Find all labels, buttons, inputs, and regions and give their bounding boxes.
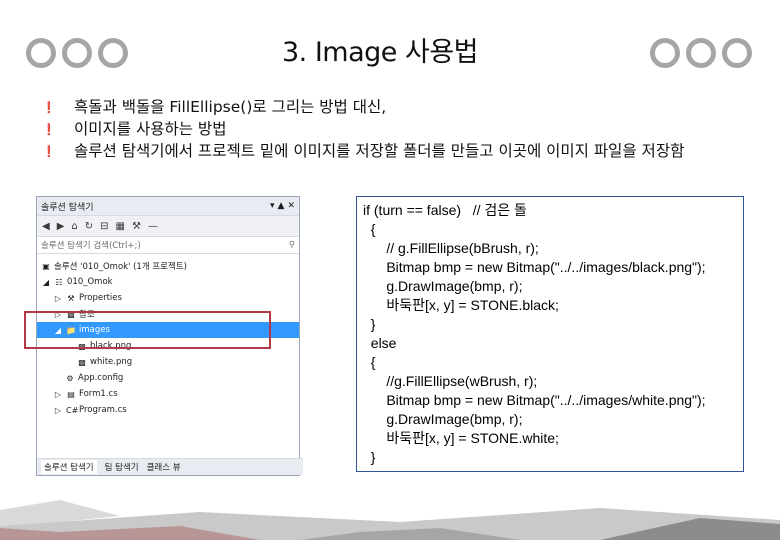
tab-solution-explorer[interactable]: 솔루션 탐색기 — [41, 460, 97, 474]
circle-icon — [98, 38, 128, 68]
circle-icon — [62, 38, 92, 68]
properties-wrench-icon[interactable]: ⚒ — [132, 221, 141, 232]
code-line: Bitmap bmp = new Bitmap("../../images/wh… — [363, 392, 706, 408]
tree-item-white-png[interactable]: ▩ white.png — [37, 354, 299, 370]
code-line: } — [363, 449, 376, 465]
bullet-item: ❗ 이미지를 사용하는 방법 — [42, 118, 742, 140]
code-line: { — [363, 221, 376, 237]
minus-icon[interactable]: — — [148, 221, 158, 232]
forward-icon[interactable]: ▶ — [57, 221, 65, 232]
back-icon[interactable]: ◀ — [42, 221, 50, 232]
code-line: 바둑판[x, y] = STONE.black; — [363, 297, 559, 313]
circle-icon — [686, 38, 716, 68]
bottom-decoration — [0, 500, 780, 540]
collapsed-arrow-icon[interactable]: ▷ — [53, 390, 63, 399]
code-line: Bitmap bmp = new Bitmap("../../images/bl… — [363, 259, 706, 275]
form-file-icon: ▤ — [67, 389, 75, 399]
tree-item-solution[interactable]: ▣ 솔루션 '010_Omok' (1개 프로젝트) — [37, 258, 299, 274]
code-line: 바둑판[x, y] = STONE.white; — [363, 430, 559, 446]
code-line: g.DrawImage(bmp, r); — [363, 278, 523, 294]
circle-icon — [722, 38, 752, 68]
images-folder-highlight-box — [24, 311, 271, 349]
circle-icon — [26, 38, 56, 68]
expand-arrow-icon[interactable]: ◢ — [41, 278, 51, 287]
solution-icon: ▣ — [42, 261, 50, 271]
code-line: else — [363, 335, 397, 351]
code-line: //g.FillEllipse(wBrush, r); — [363, 373, 538, 389]
explorer-title: 솔루션 탐색기 — [41, 202, 94, 213]
search-icon: ⚲ — [288, 240, 295, 250]
tree-item-properties[interactable]: ▷ ⚒ Properties — [37, 290, 299, 306]
config-file-icon: ⚙ — [66, 373, 74, 383]
bullet-marker-icon: ❗ — [42, 123, 56, 136]
tree-item-program[interactable]: ▷ C# Program.cs — [37, 402, 299, 418]
explorer-toolbar: ◀ ▶ ⌂ ↻ ⊟ ▦ ⚒ — — [37, 216, 299, 237]
collapse-icon[interactable]: ⊟ — [100, 221, 108, 232]
explorer-bottom-tabs: 솔루션 탐색기 팀 탐색기 클래스 뷰 — [37, 458, 303, 475]
decorative-circles-left — [26, 38, 128, 68]
code-line: { — [363, 354, 376, 370]
bullet-item: ❗ 흑돌과 백돌을 FillEllipse()로 그리는 방법 대신, — [42, 96, 742, 118]
bullet-list: ❗ 흑돌과 백돌을 FillEllipse()로 그리는 방법 대신, ❗ 이미지를… — [42, 96, 742, 162]
circle-icon — [650, 38, 680, 68]
image-file-icon: ▩ — [78, 357, 86, 367]
tab-class-view[interactable]: 클래스 뷰 — [147, 461, 181, 473]
bullet-marker-icon: ❗ — [42, 101, 56, 114]
bullet-marker-icon: ❗ — [42, 145, 56, 158]
decorative-circles-right — [650, 38, 752, 68]
code-snippet-box: if (turn == false) // 검은 돌 { // g.FillEl… — [356, 196, 744, 472]
bullet-item: ❗ 솔루션 탐색기에서 프로젝트 밑에 이미지를 저장할 폴더를 만들고 이곳에 … — [42, 140, 742, 162]
tree-item-app-config[interactable]: ⚙ App.config — [37, 370, 299, 386]
show-all-icon[interactable]: ▦ — [116, 221, 125, 232]
slide-title: 3. Image 사용법 — [282, 37, 479, 68]
sync-icon[interactable]: ↻ — [85, 221, 93, 232]
close-icon[interactable]: ✕ — [287, 201, 295, 211]
code-line: } — [363, 316, 376, 332]
tree-item-form1[interactable]: ▷ ▤ Form1.cs — [37, 386, 299, 402]
explorer-search-input[interactable]: 솔루션 탐색기 검색(Ctrl+;) ⚲ — [37, 237, 299, 254]
explorer-titlebar: 솔루션 탐색기 ▾ ▲ ✕ — [37, 197, 299, 216]
pin-icon[interactable]: ▲ — [278, 201, 285, 211]
wrench-icon: ⚒ — [67, 293, 75, 303]
code-line: // g.FillEllipse(bBrush, r); — [363, 240, 539, 256]
code-line: if (turn == false) // 검은 돌 — [363, 202, 527, 218]
csharp-project-icon: ☷ — [55, 277, 63, 287]
dropdown-icon[interactable]: ▾ — [270, 201, 275, 211]
collapsed-arrow-icon[interactable]: ▷ — [53, 294, 63, 303]
collapsed-arrow-icon[interactable]: ▷ — [53, 406, 63, 415]
tab-team-explorer[interactable]: 팀 탐색기 — [105, 461, 139, 473]
home-icon[interactable]: ⌂ — [71, 221, 77, 232]
code-line: g.DrawImage(bmp, r); — [363, 411, 523, 427]
tree-item-project[interactable]: ◢ ☷ 010_Omok — [37, 274, 299, 290]
csharp-file-icon: C# — [66, 405, 79, 415]
solution-tree: ▣ 솔루션 '010_Omok' (1개 프로젝트) ◢ ☷ 010_Omok ▷ ⚒ P… — [37, 254, 299, 458]
